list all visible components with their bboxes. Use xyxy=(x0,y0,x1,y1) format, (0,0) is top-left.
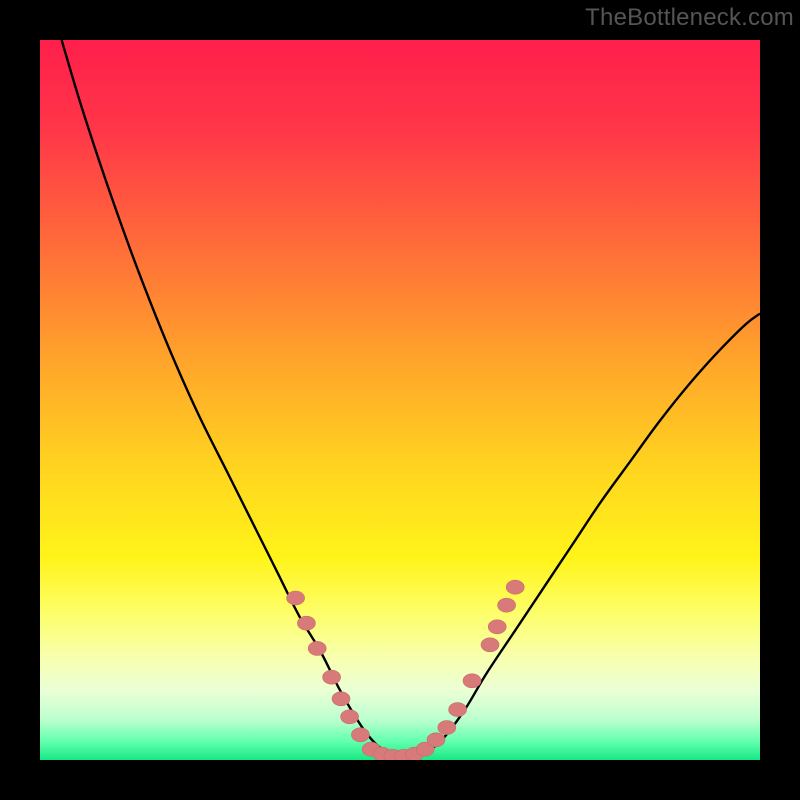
curve-path xyxy=(62,40,760,757)
curve-marker xyxy=(332,692,350,706)
curve-marker xyxy=(341,710,359,724)
chart-frame: TheBottleneck.com xyxy=(0,0,800,800)
curve-marker xyxy=(438,721,456,735)
curve-marker xyxy=(481,638,499,652)
curve-marker xyxy=(498,598,516,612)
bottleneck-curve xyxy=(40,40,760,760)
curve-marker xyxy=(463,674,481,688)
plot-area xyxy=(40,40,760,760)
curve-marker xyxy=(427,733,445,747)
curve-marker xyxy=(308,641,326,655)
curve-marker xyxy=(323,670,341,684)
curve-marker xyxy=(449,703,467,717)
curve-marker xyxy=(506,580,524,594)
curve-marker xyxy=(297,616,315,630)
curve-marker xyxy=(488,620,506,634)
curve-marker xyxy=(287,591,305,605)
attribution-text: TheBottleneck.com xyxy=(585,4,794,32)
curve-marker xyxy=(351,728,369,742)
